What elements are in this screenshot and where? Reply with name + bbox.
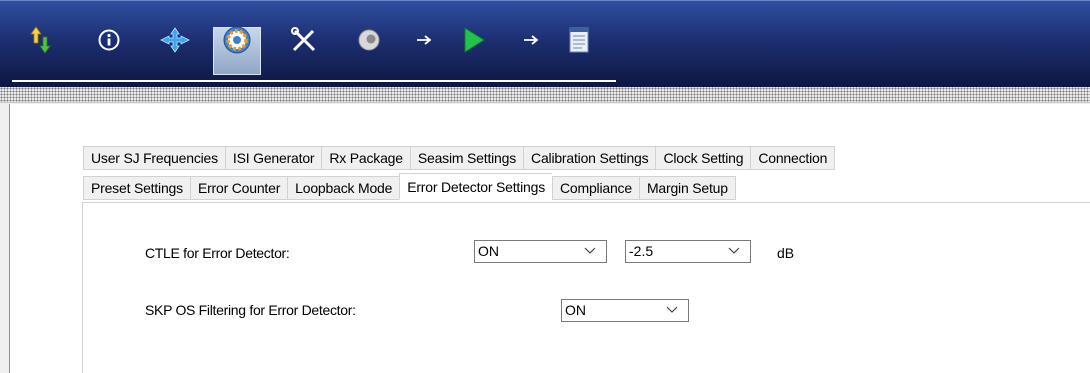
tab-user-sj-frequencies[interactable]: User SJ Frequencies (83, 146, 225, 170)
calibration-disc-icon[interactable] (355, 1, 383, 79)
ctle-gain-unit: dB (777, 245, 795, 261)
chevron-down-icon (584, 247, 596, 254)
tab-margin-setup[interactable]: Margin Setup (638, 176, 736, 200)
tab-error-detector-settings[interactable]: Error Detector Settings (399, 173, 552, 200)
flow-arrow-icon (521, 1, 543, 79)
ctle-label: CTLE for Error Detector: (145, 245, 290, 261)
tab-connection[interactable]: Connection (750, 146, 836, 170)
tab-seasim-settings[interactable]: Seasim Settings (409, 146, 524, 170)
flow-arrow-icon (414, 1, 436, 79)
tab-preset-settings[interactable]: Preset Settings (83, 176, 190, 200)
ctle-select-value: ON (478, 243, 499, 259)
tab-calibration-settings[interactable]: Calibration Settings (523, 146, 656, 170)
error-detector-settings-panel: CTLE for Error Detector: ON -2.5 dB SKP … (82, 202, 1090, 373)
tab-compliance[interactable]: Compliance (552, 176, 639, 200)
tools-icon[interactable] (288, 1, 320, 79)
chevron-down-icon (728, 247, 740, 254)
tab-rx-package[interactable]: Rx Package (321, 146, 410, 170)
tab-clock-setting[interactable]: Clock Setting (655, 146, 751, 170)
tab-isi-generator[interactable]: ISI Generator (224, 146, 322, 170)
run-play-icon[interactable] (458, 1, 488, 79)
ctle-gain-select-value: -2.5 (629, 243, 654, 259)
main-panel: User SJ Frequencies ISI Generator Rx Pac… (9, 104, 1090, 373)
ctle-select[interactable]: ON (474, 240, 607, 263)
tab-error-counter[interactable]: Error Counter (189, 176, 288, 200)
toolbar-underline (12, 80, 616, 82)
report-document-icon[interactable] (566, 1, 592, 79)
tab-row-2: Preset Settings Error Counter Loopback M… (83, 173, 736, 200)
up-down-arrows-icon[interactable] (28, 1, 54, 79)
move-crosshair-icon[interactable] (158, 1, 192, 79)
settings-gear-icon[interactable] (213, 1, 261, 79)
ctle-gain-select[interactable]: -2.5 (625, 240, 751, 263)
tab-row-1: User SJ Frequencies ISI Generator Rx Pac… (83, 146, 836, 170)
skp-select-value: ON (565, 302, 586, 318)
skp-os-filtering-label: SKP OS Filtering for Error Detector: (145, 302, 356, 318)
info-icon[interactable] (96, 1, 122, 79)
skp-os-filtering-select[interactable]: ON (561, 299, 689, 322)
main-toolbar (0, 0, 1090, 87)
chevron-down-icon (666, 306, 678, 313)
tab-loopback-mode[interactable]: Loopback Mode (287, 176, 400, 200)
splitter-bar[interactable] (0, 87, 1090, 103)
